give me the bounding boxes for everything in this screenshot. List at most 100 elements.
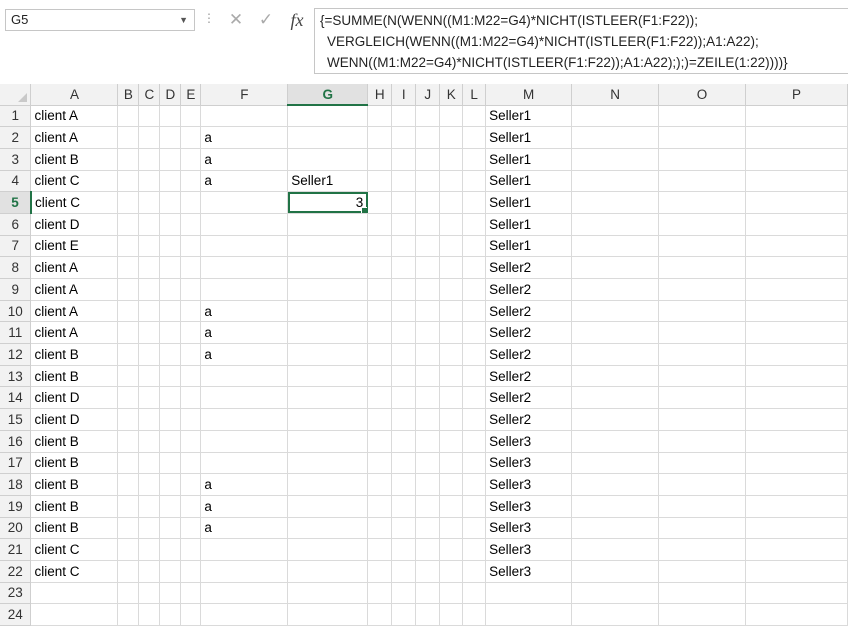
cell-c24[interactable] <box>138 603 161 626</box>
cell-n17[interactable] <box>571 452 660 475</box>
column-header-a[interactable]: A <box>30 84 119 106</box>
cell-e14[interactable] <box>180 386 202 410</box>
cell-d19[interactable] <box>159 495 182 518</box>
cell-h6[interactable] <box>367 213 393 236</box>
cell-k7[interactable] <box>439 235 464 258</box>
column-header-p[interactable]: P <box>745 84 848 106</box>
column-header-f[interactable]: F <box>200 84 289 106</box>
row-header-23[interactable]: 23 <box>0 582 32 605</box>
cell-e22[interactable] <box>180 560 202 583</box>
cell-j23[interactable] <box>415 582 441 605</box>
cell-p5[interactable] <box>745 191 848 214</box>
cell-l2[interactable] <box>462 126 487 149</box>
cell-i12[interactable] <box>391 343 417 366</box>
cell-i9[interactable] <box>391 278 417 301</box>
cell-h12[interactable] <box>367 343 393 366</box>
cell-m6[interactable]: Seller1 <box>485 213 573 236</box>
cell-d15[interactable] <box>159 408 182 431</box>
cell-i16[interactable] <box>391 430 417 453</box>
cell-b14[interactable] <box>117 386 140 410</box>
column-header-n[interactable]: N <box>571 84 660 106</box>
cell-n19[interactable] <box>571 495 660 518</box>
column-header-j[interactable]: J <box>415 84 441 106</box>
row-header-5[interactable]: 5 <box>0 191 32 214</box>
cell-k4[interactable] <box>439 170 464 193</box>
cell-c8[interactable] <box>138 256 161 279</box>
cell-o5[interactable] <box>658 191 746 214</box>
cell-a22[interactable]: client C <box>30 560 119 583</box>
cell-e19[interactable] <box>180 495 202 518</box>
cell-f9[interactable] <box>200 278 289 301</box>
cell-h18[interactable] <box>367 473 393 496</box>
cell-b2[interactable] <box>117 126 140 149</box>
cell-b16[interactable] <box>117 430 140 453</box>
cell-p8[interactable] <box>745 256 848 279</box>
cell-o22[interactable] <box>658 560 746 583</box>
cell-k15[interactable] <box>439 408 464 431</box>
cell-e12[interactable] <box>180 343 202 366</box>
cell-c5[interactable] <box>138 191 161 214</box>
cell-h17[interactable] <box>367 452 393 475</box>
cell-h3[interactable] <box>367 148 393 171</box>
cell-h20[interactable] <box>367 517 393 540</box>
cell-d1[interactable] <box>159 105 182 128</box>
cell-g18[interactable] <box>287 473 369 496</box>
cell-a6[interactable]: client D <box>30 213 119 236</box>
cell-d6[interactable] <box>159 213 182 236</box>
fx-icon[interactable]: fx <box>284 7 310 33</box>
name-box[interactable]: G5 ▼ <box>5 9 195 31</box>
cell-j1[interactable] <box>415 105 441 128</box>
cell-e2[interactable] <box>180 126 202 149</box>
cell-f21[interactable] <box>200 538 289 561</box>
cell-a15[interactable]: client D <box>30 408 119 431</box>
cell-e16[interactable] <box>180 430 202 453</box>
cell-d21[interactable] <box>159 538 182 561</box>
row-header-14[interactable]: 14 <box>0 386 32 410</box>
cell-p13[interactable] <box>745 365 848 388</box>
cell-g10[interactable] <box>287 300 369 323</box>
cell-n10[interactable] <box>571 300 660 323</box>
cell-i24[interactable] <box>391 603 417 626</box>
cell-n6[interactable] <box>571 213 660 236</box>
cell-m9[interactable]: Seller2 <box>485 278 573 301</box>
cell-o8[interactable] <box>658 256 746 279</box>
chevron-down-icon[interactable]: ▼ <box>179 10 188 30</box>
cell-k19[interactable] <box>439 495 464 518</box>
cell-j6[interactable] <box>415 213 441 236</box>
cell-f16[interactable] <box>200 430 289 453</box>
check-icon[interactable]: ✓ <box>254 8 278 32</box>
cell-m15[interactable]: Seller2 <box>485 408 573 431</box>
cell-l24[interactable] <box>462 603 487 626</box>
cell-j18[interactable] <box>415 473 441 496</box>
cell-c19[interactable] <box>138 495 161 518</box>
cell-d24[interactable] <box>159 603 182 626</box>
cell-i21[interactable] <box>391 538 417 561</box>
cell-k8[interactable] <box>439 256 464 279</box>
cell-i14[interactable] <box>391 386 417 410</box>
cell-p15[interactable] <box>745 408 848 431</box>
cell-f12[interactable]: a <box>200 343 289 366</box>
cell-k11[interactable] <box>439 321 464 345</box>
cell-e15[interactable] <box>180 408 202 431</box>
cell-i11[interactable] <box>391 321 417 345</box>
row-header-12[interactable]: 12 <box>0 343 32 366</box>
cell-d8[interactable] <box>159 256 182 279</box>
cell-b24[interactable] <box>117 603 140 626</box>
cell-i13[interactable] <box>391 365 417 388</box>
cell-f7[interactable] <box>200 235 289 258</box>
cell-o2[interactable] <box>658 126 746 149</box>
cell-f17[interactable] <box>200 452 289 475</box>
cell-g2[interactable] <box>287 126 369 149</box>
cell-j22[interactable] <box>415 560 441 583</box>
cell-a19[interactable]: client B <box>30 495 119 518</box>
cell-n5[interactable] <box>571 191 660 214</box>
cell-o17[interactable] <box>658 452 746 475</box>
cell-b17[interactable] <box>117 452 140 475</box>
cell-p21[interactable] <box>745 538 848 561</box>
cell-k2[interactable] <box>439 126 464 149</box>
cell-o4[interactable] <box>658 170 746 193</box>
cell-b20[interactable] <box>117 517 140 540</box>
cell-g23[interactable] <box>287 582 369 605</box>
cell-h5[interactable] <box>367 191 393 214</box>
cell-b5[interactable] <box>117 191 140 214</box>
